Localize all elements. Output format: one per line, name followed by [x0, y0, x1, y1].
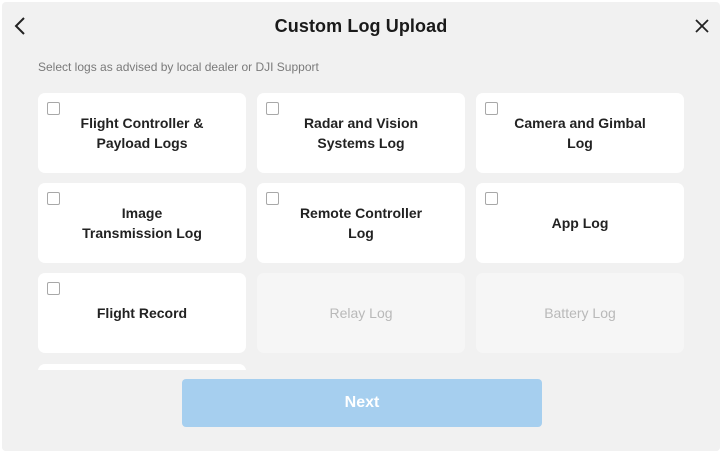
header: Custom Log Upload: [2, 2, 720, 54]
log-card-relay: Relay Log: [257, 273, 465, 353]
checkbox[interactable]: [266, 192, 279, 205]
log-options-grid: Flight Controller & Payload Logs Radar a…: [38, 93, 685, 353]
log-card-label: Radar and Vision Systems Log: [303, 115, 419, 151]
log-card-label: Image Transmission Log: [82, 205, 202, 241]
checkbox[interactable]: [47, 282, 60, 295]
log-card-radar-vision[interactable]: Radar and Vision Systems Log: [257, 93, 465, 173]
log-card-label: Flight Controller & Payload Logs: [80, 115, 204, 151]
log-card-remote-controller[interactable]: Remote Controller Log: [257, 183, 465, 263]
log-card-camera-gimbal[interactable]: Camera and Gimbal Log: [476, 93, 684, 173]
page-title: Custom Log Upload: [274, 16, 448, 36]
close-button[interactable]: [690, 14, 714, 42]
log-card-image-transmission[interactable]: Image Transmission Log: [38, 183, 246, 263]
log-card-label: Flight Record: [96, 305, 188, 321]
close-icon: [694, 18, 710, 39]
log-card-flight-record[interactable]: Flight Record: [38, 273, 246, 353]
log-card-battery: Battery Log: [476, 273, 684, 353]
custom-log-upload-screen: Custom Log Upload Select logs as advised…: [2, 2, 720, 451]
next-button[interactable]: Next: [182, 379, 542, 427]
checkbox[interactable]: [47, 102, 60, 115]
checkbox[interactable]: [485, 102, 498, 115]
checkbox[interactable]: [266, 102, 279, 115]
checkbox[interactable]: [485, 192, 498, 205]
log-card-label: Remote Controller Log: [299, 205, 423, 241]
log-card-label: Camera and Gimbal Log: [514, 115, 646, 151]
checkbox[interactable]: [47, 192, 60, 205]
log-card-label: Battery Log: [544, 305, 616, 321]
log-card-flight-controller[interactable]: Flight Controller & Payload Logs: [38, 93, 246, 173]
log-card-app[interactable]: App Log: [476, 183, 684, 263]
instruction-text: Select logs as advised by local dealer o…: [38, 60, 319, 74]
log-card-label: Relay Log: [329, 305, 393, 321]
log-card-label: App Log: [551, 215, 609, 231]
